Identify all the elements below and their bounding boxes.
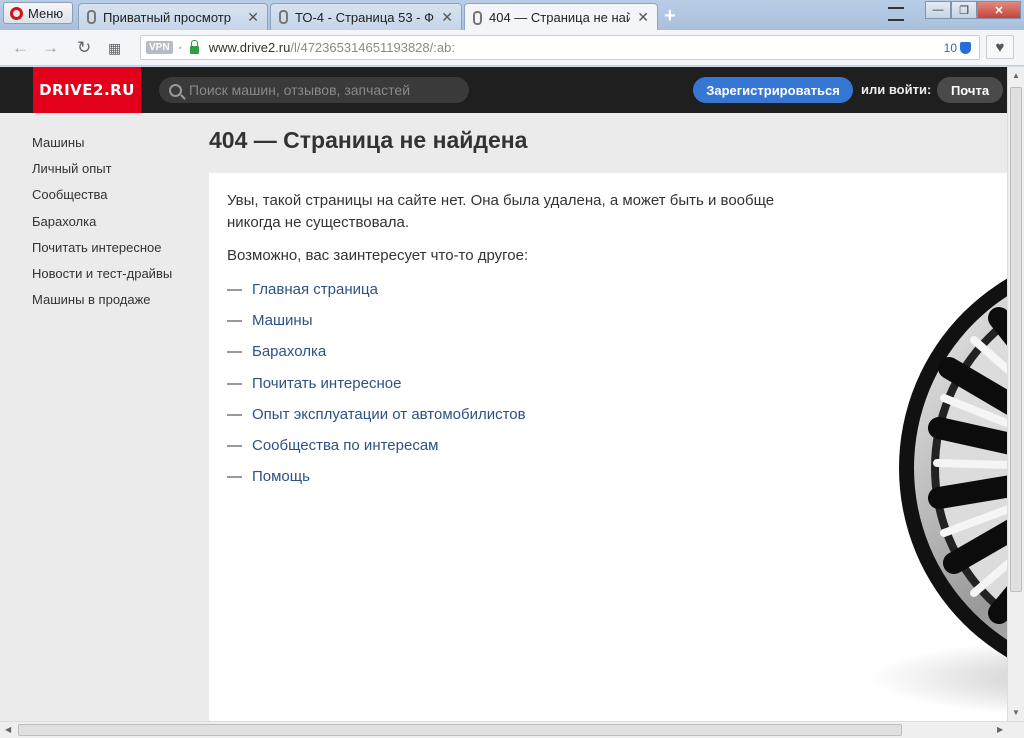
horizontal-scroll-thumb[interactable] <box>18 724 902 736</box>
vpn-status-dot-icon: • <box>178 42 182 53</box>
search-input[interactable] <box>189 82 459 98</box>
tab-title: 404 — Страница не найде <box>489 10 630 25</box>
site-header: DRIVE2.RU Зарегистрироваться или войти: … <box>0 67 1007 113</box>
sidebar-nav: Машины Личный опыт Сообщества Барахолка … <box>32 135 172 318</box>
suggestion-text: Возможно, вас заинтересует что-то другое… <box>227 247 529 264</box>
tab-close-icon[interactable]: ✕ <box>637 9 649 26</box>
maximize-icon[interactable]: ❐ <box>951 1 977 19</box>
page-body: Машины Личный опыт Сообщества Барахолка … <box>0 113 1007 721</box>
scroll-down-icon[interactable]: ▼ <box>1012 708 1020 717</box>
sidebar-item-cars-for-sale[interactable]: Машины в продаже <box>32 292 172 318</box>
scroll-right-icon[interactable]: ▶ <box>997 725 1003 734</box>
site-search[interactable] <box>159 77 469 103</box>
address-bar-row: ← → ↻ ▦ VPN • www.drive2.ru /l/472365314… <box>0 30 1024 66</box>
not-found-message: Увы, такой страницы на сайте нет. Она бы… <box>227 192 775 231</box>
adblock-count: 10 <box>943 40 957 55</box>
list-item: — Почитать интересное <box>227 375 526 406</box>
or-login-label: или войти: <box>861 82 932 97</box>
vertical-scroll-thumb[interactable] <box>1010 87 1022 592</box>
opera-logo-icon <box>10 6 23 20</box>
tab-private-browsing[interactable]: Приватный просмотр ✕ <box>78 3 268 30</box>
sidebar-item-communities[interactable]: Сообщества <box>32 187 172 213</box>
dash: — <box>227 374 242 392</box>
mail-login-button[interactable]: Почта <box>937 77 1003 103</box>
opera-menu-button[interactable]: Меню <box>3 2 73 24</box>
sidebar-item-personal-experience[interactable]: Личный опыт <box>32 161 172 187</box>
scroll-left-icon[interactable]: ◀ <box>5 725 11 734</box>
close-window-icon[interactable]: ✕ <box>977 1 1021 19</box>
link-help[interactable]: Помощь <box>252 468 310 499</box>
link-cars[interactable]: Машины <box>252 312 312 343</box>
horizontal-scrollbar[interactable]: ◀ ▶ <box>0 721 1024 738</box>
url-path: /l/472365314651193828/:ab: <box>290 40 455 55</box>
grid-icon[interactable]: ▦ <box>108 40 121 57</box>
new-tab-plus-icon[interactable]: + <box>664 5 676 28</box>
url-host: www.drive2.ru <box>208 40 291 55</box>
tab-title: Приватный просмотр <box>103 9 231 25</box>
tab-404-active[interactable]: 404 — Страница не найде ✕ <box>464 3 658 31</box>
tab-page-icon <box>279 10 288 24</box>
register-button[interactable]: Зарегистрироваться <box>693 77 853 103</box>
tab-page-icon <box>87 10 96 24</box>
alloy-wheel-illustration <box>869 278 1007 715</box>
dash: — <box>227 281 242 298</box>
site-logo[interactable]: DRIVE2.RU <box>33 67 141 113</box>
list-item: — Опыт эксплуатации от автомобилистов <box>227 406 526 437</box>
dash: — <box>227 312 242 330</box>
tab-menu-icon[interactable] <box>888 7 904 21</box>
dash: — <box>227 405 242 423</box>
sidebar-item-news[interactable]: Новости и тест-драйвы <box>32 266 172 292</box>
link-experience[interactable]: Опыт эксплуатации от автомобилистов <box>252 406 526 437</box>
sidebar-item-cars[interactable]: Машины <box>32 135 172 161</box>
list-item: — Машины <box>227 312 526 343</box>
tab-close-icon[interactable]: ✕ <box>247 9 259 26</box>
link-communities[interactable]: Сообщества по интересам <box>252 437 438 468</box>
menu-label: Меню <box>28 5 64 21</box>
scroll-up-icon[interactable]: ▲ <box>1012 71 1020 80</box>
arrow-left-icon[interactable]: ← <box>12 38 29 58</box>
adblock-badge[interactable]: 10 <box>944 41 971 55</box>
minimize-icon[interactable]: — <box>925 1 951 19</box>
dash: — <box>227 468 242 486</box>
tab-forum[interactable]: ТО-4 - Страница 53 - Фор ✕ <box>270 3 462 30</box>
window-controls: — ❐ ✕ <box>925 1 1021 19</box>
lock-icon[interactable] <box>189 39 199 54</box>
dash: — <box>227 436 242 454</box>
link-home[interactable]: Главная страница <box>252 281 378 312</box>
arrow-right-icon[interactable]: → <box>42 38 59 58</box>
suggested-links: — Главная страница — Машины — Барахолка — По… <box>227 281 526 499</box>
reload-icon[interactable]: ↻ <box>77 38 91 58</box>
url-field[interactable]: VPN • www.drive2.ru /l/47236531465119382… <box>140 35 980 60</box>
browser-tab-bar: Меню Приватный просмотр ✕ ТО-4 - Страниц… <box>0 0 1024 31</box>
sidebar-item-flea-market[interactable]: Барахолка <box>32 214 172 240</box>
list-item: — Барахолка <box>227 343 526 374</box>
vertical-scrollbar[interactable]: ▲ ▼ <box>1007 67 1024 721</box>
list-item: — Главная страница <box>227 281 526 312</box>
link-interesting[interactable]: Почитать интересное <box>252 375 401 406</box>
shield-icon <box>960 41 971 54</box>
page-title: 404 — Страница не найдена <box>209 127 528 153</box>
list-item: — Сообщества по интересам <box>227 437 526 468</box>
search-icon <box>169 83 182 97</box>
vpn-badge[interactable]: VPN <box>146 41 173 54</box>
dash: — <box>227 343 242 361</box>
tab-close-icon[interactable]: ✕ <box>441 9 453 26</box>
list-item: — Помощь <box>227 468 526 499</box>
tab-title: ТО-4 - Страница 53 - Фор <box>295 9 435 25</box>
link-flea-market[interactable]: Барахолка <box>252 343 326 374</box>
tab-page-icon <box>473 10 482 25</box>
heart-icon[interactable]: ♥ <box>986 35 1014 59</box>
sidebar-item-interesting[interactable]: Почитать интересное <box>32 240 172 266</box>
content-panel: Увы, такой страницы на сайте нет. Она бы… <box>209 173 1007 721</box>
